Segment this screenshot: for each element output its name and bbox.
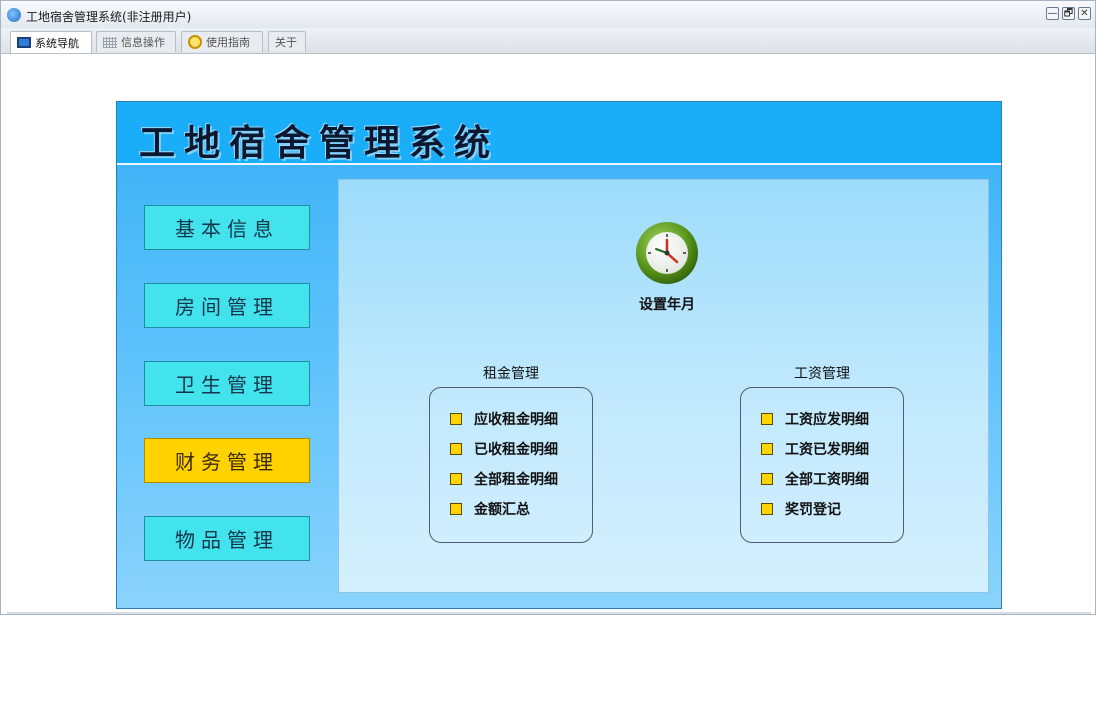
salary-item-rewards-penalties[interactable]: 奖罚登记 — [761, 500, 841, 518]
nav-goods-management-button[interactable]: 物品管理 — [144, 516, 310, 561]
item-label: 工资应发明细 — [785, 412, 869, 428]
app-window: 工地宿舍管理系统(非注册用户) — 🗗 ✕ 系统导航 信息操作 使用指南 关于 … — [0, 0, 1096, 615]
salary-item-paid[interactable]: 工资已发明细 — [761, 440, 869, 458]
tab-label: 信息操作 — [121, 36, 165, 49]
restore-button[interactable]: 🗗 — [1062, 7, 1075, 20]
grid-icon — [103, 36, 117, 48]
checkbox-icon — [761, 473, 773, 485]
checkbox-icon — [450, 443, 462, 455]
checkbox-icon — [450, 473, 462, 485]
salary-item-all[interactable]: 全部工资明细 — [761, 470, 869, 488]
app-logo-icon — [7, 8, 21, 22]
checkbox-icon — [761, 443, 773, 455]
panel-header: 工地宿舍管理系统 — [117, 102, 1001, 165]
rent-item-all[interactable]: 全部租金明细 — [450, 470, 558, 488]
tab-about[interactable]: 关于 — [268, 31, 306, 52]
tab-label: 使用指南 — [206, 36, 250, 49]
item-label: 金额汇总 — [474, 502, 530, 518]
item-label: 全部租金明细 — [474, 472, 558, 488]
salary-management-group: 工资应发明细 工资已发明细 全部工资明细 奖罚登记 — [740, 387, 904, 543]
set-year-month-label[interactable]: 设置年月 — [607, 294, 727, 314]
salary-management-title: 工资管理 — [794, 366, 850, 382]
guide-icon — [188, 35, 202, 49]
page-title: 工地宿舍管理系统 — [139, 122, 500, 164]
nav-basic-info-button[interactable]: 基本信息 — [144, 205, 310, 250]
salary-item-payable[interactable]: 工资应发明细 — [761, 410, 869, 428]
window-title: 工地宿舍管理系统(非注册用户) — [26, 10, 192, 24]
checkbox-icon — [450, 503, 462, 515]
close-button[interactable]: ✕ — [1078, 7, 1091, 20]
clock-icon[interactable] — [635, 221, 699, 285]
item-label: 工资已发明细 — [785, 442, 869, 458]
rent-management-title: 租金管理 — [483, 366, 539, 382]
nav-finance-management-button[interactable]: 财务管理 — [144, 438, 310, 483]
main-panel: 工地宿舍管理系统 基本信息 房间管理 卫生管理 财务管理 物品管理 设置年月 租… — [116, 101, 1002, 609]
title-bar: 工地宿舍管理系统(非注册用户) — 🗗 ✕ — [1, 1, 1095, 29]
tab-label: 系统导航 — [35, 36, 79, 50]
status-bar — [7, 612, 1091, 614]
tab-bar: 系统导航 信息操作 使用指南 关于 — [1, 28, 1095, 54]
rent-management-group: 应收租金明细 已收租金明细 全部租金明细 金额汇总 — [429, 387, 593, 543]
monitor-icon — [17, 37, 31, 48]
item-label: 奖罚登记 — [785, 502, 841, 518]
rent-item-summary[interactable]: 金额汇总 — [450, 500, 530, 518]
nav-room-management-button[interactable]: 房间管理 — [144, 283, 310, 328]
tab-info-operations[interactable]: 信息操作 — [96, 31, 176, 52]
checkbox-icon — [450, 413, 462, 425]
nav-sanitation-management-button[interactable]: 卫生管理 — [144, 361, 310, 406]
window-controls: — 🗗 ✕ — [1046, 7, 1091, 20]
item-label: 全部工资明细 — [785, 472, 869, 488]
tab-label: 关于 — [275, 36, 297, 49]
item-label: 应收租金明细 — [474, 412, 558, 428]
checkbox-icon — [761, 503, 773, 515]
tab-user-guide[interactable]: 使用指南 — [181, 31, 263, 52]
tab-system-navigation[interactable]: 系统导航 — [10, 31, 92, 53]
minimize-button[interactable]: — — [1046, 7, 1059, 20]
rent-item-receivable[interactable]: 应收租金明细 — [450, 410, 558, 428]
checkbox-icon — [761, 413, 773, 425]
finance-panel: 设置年月 租金管理 应收租金明细 已收租金明细 全部租金明细 金额汇总 工资管理… — [338, 179, 989, 593]
rent-item-received[interactable]: 已收租金明细 — [450, 440, 558, 458]
item-label: 已收租金明细 — [474, 442, 558, 458]
